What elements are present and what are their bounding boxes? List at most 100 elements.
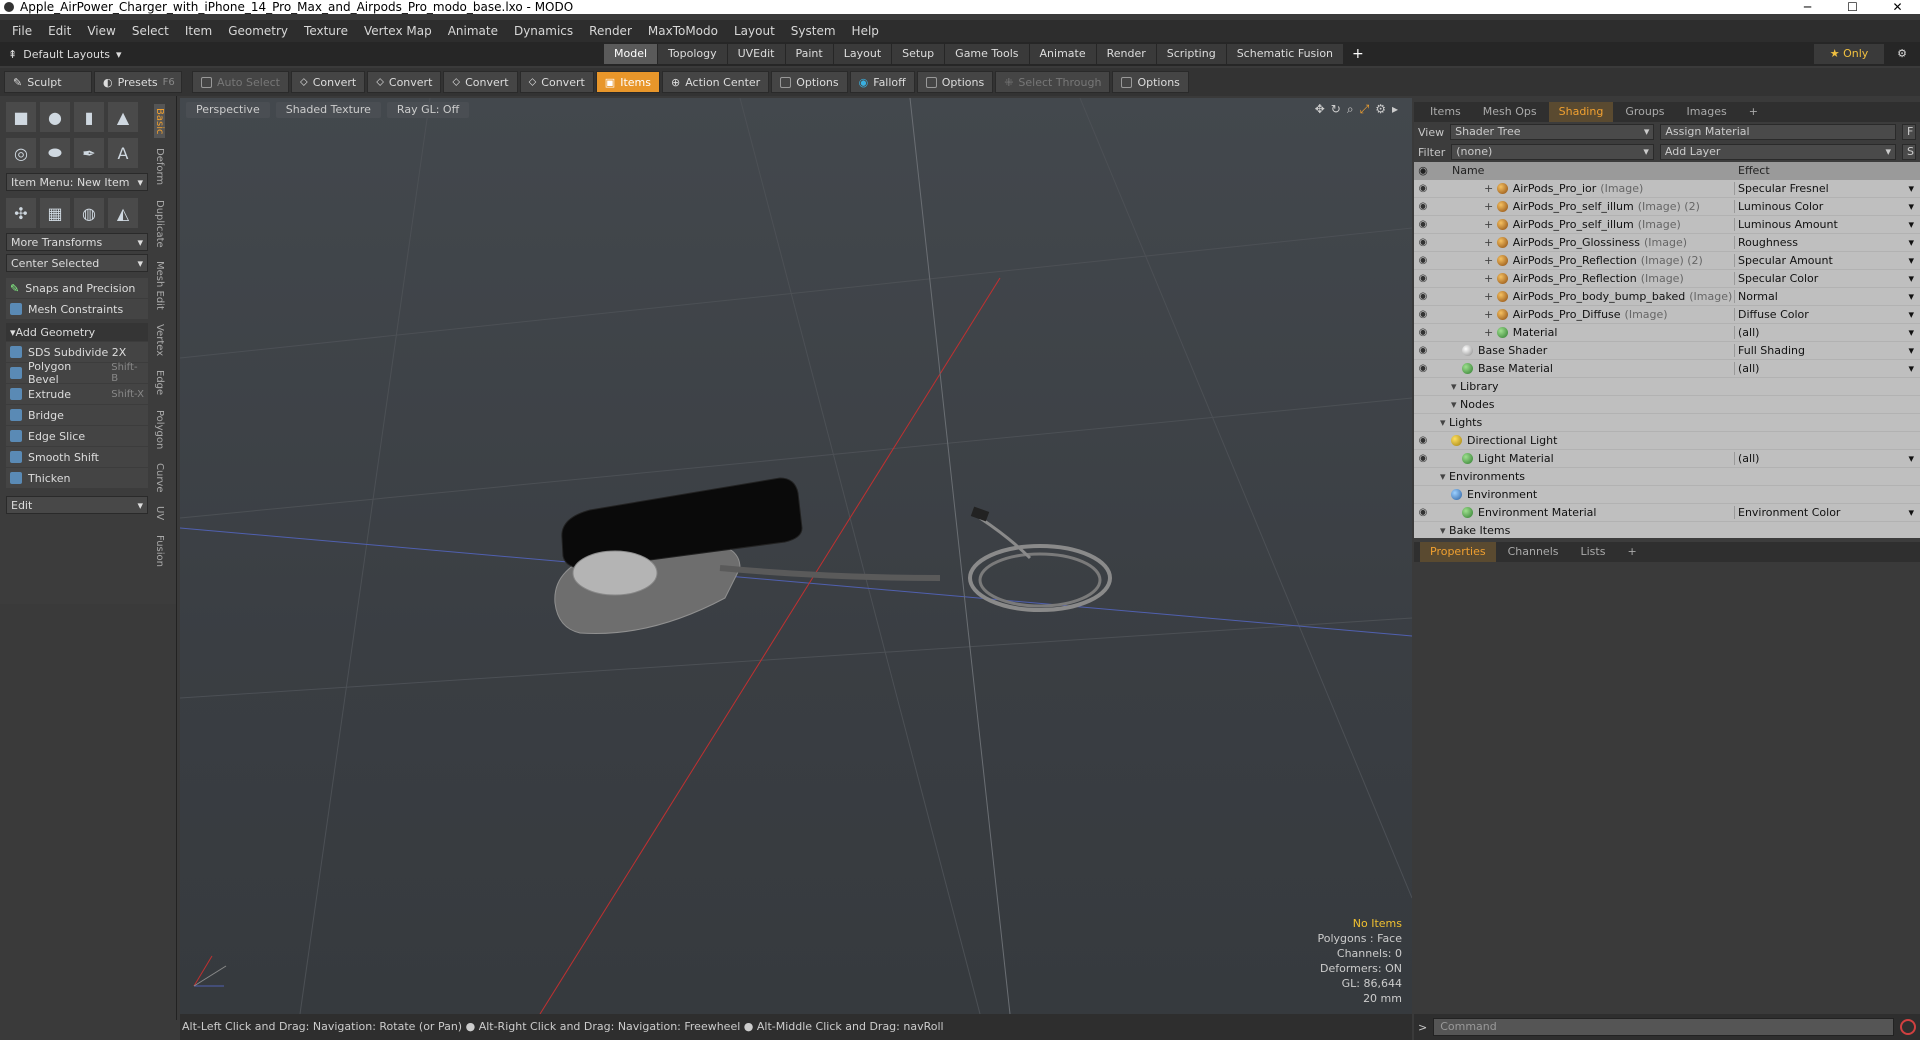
expand-plus-icon[interactable]: + (1484, 290, 1497, 303)
tab-mesh-ops[interactable]: Mesh Ops (1473, 102, 1547, 122)
minimize-button[interactable]: ─ (1785, 0, 1830, 14)
chevron-down-icon[interactable]: ▾ (1908, 200, 1914, 213)
tab-properties[interactable]: Properties (1420, 542, 1496, 562)
menu-item-layout[interactable]: Layout (726, 24, 783, 38)
tree-row[interactable]: ▾ Lights (1414, 414, 1920, 432)
eye-icon[interactable]: ◉ (1414, 237, 1432, 248)
perspective-button[interactable]: Perspective (186, 102, 270, 118)
vtab-deform[interactable]: Deform (154, 144, 165, 189)
layout-dropdown[interactable]: ⇞ Default Layouts ▾ (0, 48, 600, 61)
pen-icon[interactable]: ✒ (74, 138, 104, 168)
effect-cell[interactable]: Luminous Amount ▾ (1734, 218, 1920, 231)
chevron-down-icon[interactable]: ▾ (1908, 506, 1914, 519)
transform-icon[interactable]: ✣ (6, 198, 36, 228)
chevron-down-icon[interactable]: ▾ (1908, 326, 1914, 339)
tab-shading[interactable]: Shading (1548, 102, 1614, 122)
falloff-button[interactable]: ◉ Falloff (849, 71, 915, 93)
menu-item-render[interactable]: Render (581, 24, 640, 38)
tree-row[interactable]: ◉ + Material (all) ▾ (1414, 324, 1920, 342)
globe-icon[interactable]: ◍ (74, 198, 104, 228)
snaps-precision-button[interactable]: ✎ Snaps and Precision (6, 278, 148, 298)
sphere-icon[interactable]: ● (40, 102, 70, 132)
tree-row[interactable]: ▾ Nodes (1414, 396, 1920, 414)
tool-edge-slice[interactable]: Edge Slice (6, 426, 148, 446)
vtab-duplicate[interactable]: Duplicate (154, 196, 165, 252)
chevron-down-icon[interactable]: ▾ (1908, 308, 1914, 321)
items-mode-button[interactable]: ▣ Items (595, 71, 660, 93)
only-toggle[interactable]: ★ Only (1814, 44, 1884, 64)
eye-icon[interactable]: ◉ (1414, 507, 1432, 518)
expand-arrow-icon[interactable]: ▾ (1440, 470, 1449, 483)
convert-button-3[interactable]: ⬦ Convert (443, 71, 518, 93)
cylinder-icon[interactable]: ▮ (74, 102, 104, 132)
tab-uvedit[interactable]: UVEdit (727, 44, 785, 64)
convert-button-2[interactable]: ⬦ Convert (367, 71, 442, 93)
effect-cell[interactable]: (all) ▾ (1734, 326, 1920, 339)
expand-plus-icon[interactable]: + (1484, 200, 1497, 213)
zoom-icon[interactable]: ⌕ (1347, 102, 1354, 117)
convert-button-4[interactable]: ⬦ Convert (519, 71, 594, 93)
sculpt-button[interactable]: ✎ Sculpt (4, 71, 92, 93)
tool-smooth-shift[interactable]: Smooth Shift (6, 447, 148, 467)
expand-plus-icon[interactable]: + (1484, 308, 1497, 321)
add-geometry-section[interactable]: ▾ Add Geometry (6, 323, 148, 341)
expand-arrow-icon[interactable]: ▾ (1451, 398, 1460, 411)
tool-extrude[interactable]: Extrude Shift-X (6, 384, 148, 404)
cube-icon[interactable]: ■ (6, 102, 36, 132)
menu-item-item[interactable]: Item (177, 24, 220, 38)
effect-cell[interactable]: (all) ▾ (1734, 362, 1920, 375)
tree-row[interactable]: ◉ + AirPods_Pro_body_bump_baked (Image) Nor… (1414, 288, 1920, 306)
more-transforms-dropdown[interactable]: More Transforms ▾ (6, 233, 148, 251)
effect-cell[interactable]: (all) ▾ (1734, 452, 1920, 465)
tree-row[interactable]: ◉ Base Material (all) ▾ (1414, 360, 1920, 378)
tree-row[interactable]: ◉ + AirPods_Pro_Glossiness (Image) Roughnes… (1414, 234, 1920, 252)
tree-row[interactable]: ◉ + AirPods_Pro_ior (Image) Specular Fresne… (1414, 180, 1920, 198)
tree-row[interactable]: Environment (1414, 486, 1920, 504)
effect-column-header[interactable]: Effect (1734, 162, 1770, 180)
tab-lists[interactable]: Lists (1571, 542, 1616, 562)
menu-item-maxtomodo[interactable]: MaxToModo (640, 24, 726, 38)
center-selected-dropdown[interactable]: Center Selected ▾ (6, 254, 148, 272)
eye-icon[interactable]: ◉ (1414, 219, 1432, 230)
tree-row[interactable]: ◉ + AirPods_Pro_self_illum (Image) Luminous… (1414, 216, 1920, 234)
menu-item-animate[interactable]: Animate (440, 24, 506, 38)
effect-cell[interactable]: Specular Fresnel ▾ (1734, 182, 1920, 195)
gear-icon[interactable]: ⚙ (1892, 44, 1912, 64)
item-menu-dropdown[interactable]: Item Menu: New Item ▾ (6, 173, 148, 191)
eye-icon[interactable]: ◉ (1414, 435, 1432, 446)
auto-select-button[interactable]: Auto Select (192, 71, 289, 93)
maximize-button[interactable]: ☐ (1830, 0, 1875, 14)
expand-arrow-icon[interactable]: ▸ (1392, 102, 1398, 117)
menu-item-view[interactable]: View (79, 24, 123, 38)
grid-icon[interactable]: ▦ (40, 198, 70, 228)
eye-icon[interactable]: ◉ (1414, 183, 1432, 194)
menu-item-edit[interactable]: Edit (40, 24, 79, 38)
cone-icon[interactable]: ▲ (108, 102, 138, 132)
eye-icon[interactable]: ◉ (1414, 453, 1432, 464)
tree-row[interactable]: ▾ Bake Items (1414, 522, 1920, 538)
chevron-down-icon[interactable]: ▾ (1908, 344, 1914, 357)
vtab-vertex[interactable]: Vertex (154, 320, 165, 360)
torus-icon[interactable]: ◎ (6, 138, 36, 168)
chevron-down-icon[interactable]: ▾ (1908, 182, 1914, 195)
chevron-down-icon[interactable]: ▾ (1908, 290, 1914, 303)
tab-add[interactable]: + (1617, 542, 1646, 562)
vtab-edge[interactable]: Edge (154, 366, 165, 399)
add-layout-tab-button[interactable]: + (1344, 44, 1372, 64)
tree-row[interactable]: ◉ Environment Material Environment Color ▾ (1414, 504, 1920, 522)
tab-setup[interactable]: Setup (892, 44, 945, 64)
tool-sds-subdivide-2x[interactable]: SDS Subdivide 2X (6, 342, 148, 362)
select-through-button[interactable]: ⁜ Select Through (995, 71, 1111, 93)
pyramid-icon[interactable]: ◭ (108, 198, 138, 228)
effect-cell[interactable]: Environment Color ▾ (1734, 506, 1920, 519)
effect-cell[interactable]: Luminous Color ▾ (1734, 200, 1920, 213)
name-column-header[interactable]: Name (1432, 162, 1734, 180)
tree-row[interactable]: ◉ Base Shader Full Shading ▾ (1414, 342, 1920, 360)
filter-dropdown[interactable]: (none) ▾ (1451, 144, 1654, 160)
eye-icon[interactable]: ◉ (1414, 201, 1432, 212)
menu-item-dynamics[interactable]: Dynamics (506, 24, 581, 38)
chevron-down-icon[interactable]: ▾ (1908, 362, 1914, 375)
expand-plus-icon[interactable]: + (1484, 326, 1497, 339)
vtab-curve[interactable]: Curve (154, 459, 165, 497)
tab-paint[interactable]: Paint (785, 44, 833, 64)
